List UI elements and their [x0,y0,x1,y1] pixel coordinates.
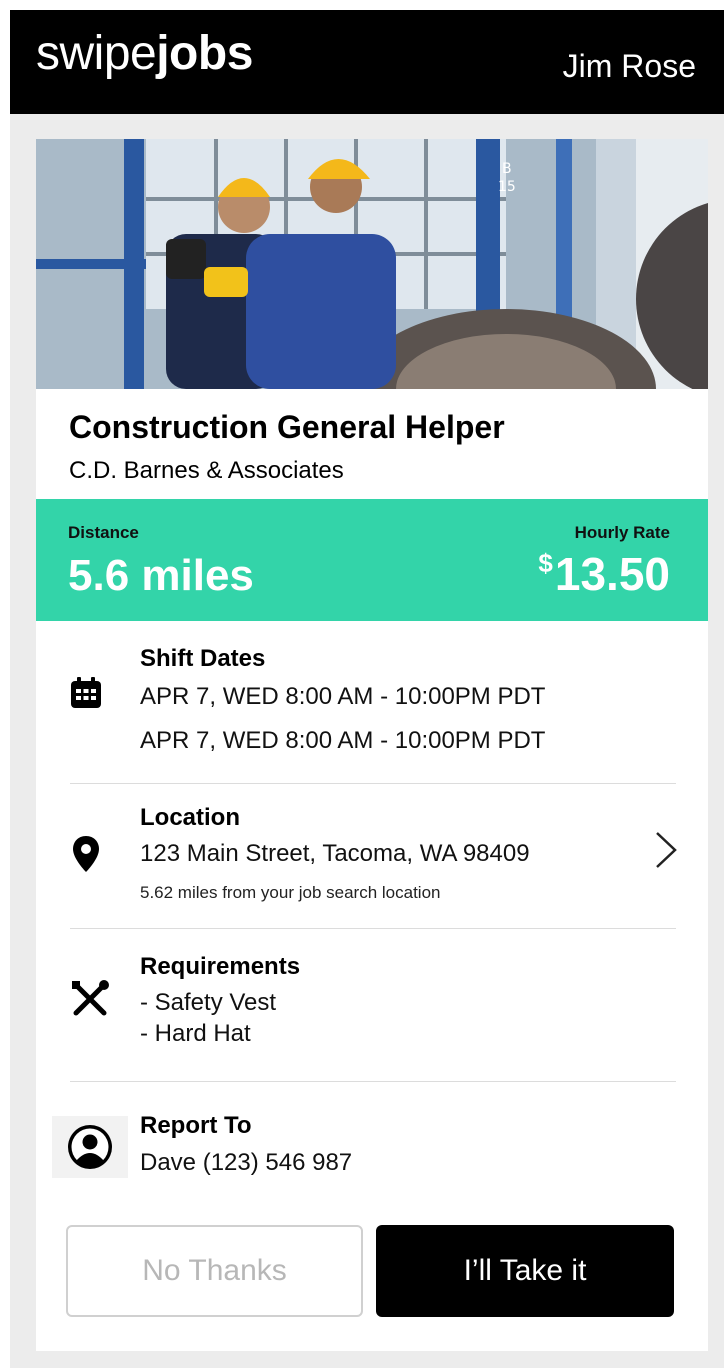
calendar-icon [66,673,106,713]
location-address: 123 Main Street, Tacoma, WA 98409 [140,840,530,867]
user-name[interactable]: Jim Rose [563,48,696,85]
location-title: Location [140,804,240,831]
location-section[interactable]: Location 123 Main Street, Tacoma, WA 984… [36,784,708,928]
hourly-rate-value: $13.50 [538,547,670,601]
shift-date-line: APR 7, WED 8:00 AM - 10:00PM PDT [140,727,546,754]
person-icon [52,1116,128,1178]
brand-logo-bold: jobs [156,27,253,80]
tools-icon [66,975,114,1023]
report-to-contact[interactable]: Dave (123) 546 987 [140,1149,352,1177]
distance-label: Distance [68,523,139,542]
svg-text:B: B [502,161,512,177]
chevron-right-icon[interactable] [654,830,678,880]
svg-text:15: 15 [498,179,516,195]
hourly-rate-label: Hourly Rate [574,523,670,542]
requirements-section: Requirements - Safety Vest - Hard Hat [36,929,708,1081]
requirement-item: - Hard Hat [140,1020,251,1047]
take-it-button[interactable]: I’ll Take it [376,1225,674,1317]
pay-band: Distance Hourly Rate 5.6 miles $13.50 [36,499,708,621]
report-to-title: Report To [140,1112,252,1139]
job-title: Construction General Helper [69,409,505,445]
shift-dates-section: Shift Dates APR 7, WED 8:00 AM - 10:00PM… [36,621,708,783]
requirement-item: - Safety Vest [140,989,277,1016]
app-header: swipejobs Jim Rose [10,10,724,114]
company-name: C.D. Barnes & Associates [69,457,344,484]
shift-date-line: APR 7, WED 8:00 AM - 10:00PM PDT [140,683,546,710]
distance-value: 5.6 miles [68,551,254,600]
location-distance-note: 5.62 miles from your job search location [140,883,441,902]
rate-amount: 13.50 [554,548,670,600]
report-to-section: Report To Dave (123) 546 987 [36,1082,708,1202]
requirements-title: Requirements [140,953,301,980]
job-card: B 15 Construction General Helper C.D. Ba… [36,139,708,1351]
hero-image: B 15 [36,139,708,389]
map-pin-icon [66,832,106,876]
shift-dates-title: Shift Dates [140,645,266,672]
no-thanks-button[interactable]: No Thanks [66,1225,363,1317]
brand-logo-light: swipe [36,27,157,80]
currency-symbol: $ [538,548,553,578]
brand-logo: swipejobs [36,26,253,81]
